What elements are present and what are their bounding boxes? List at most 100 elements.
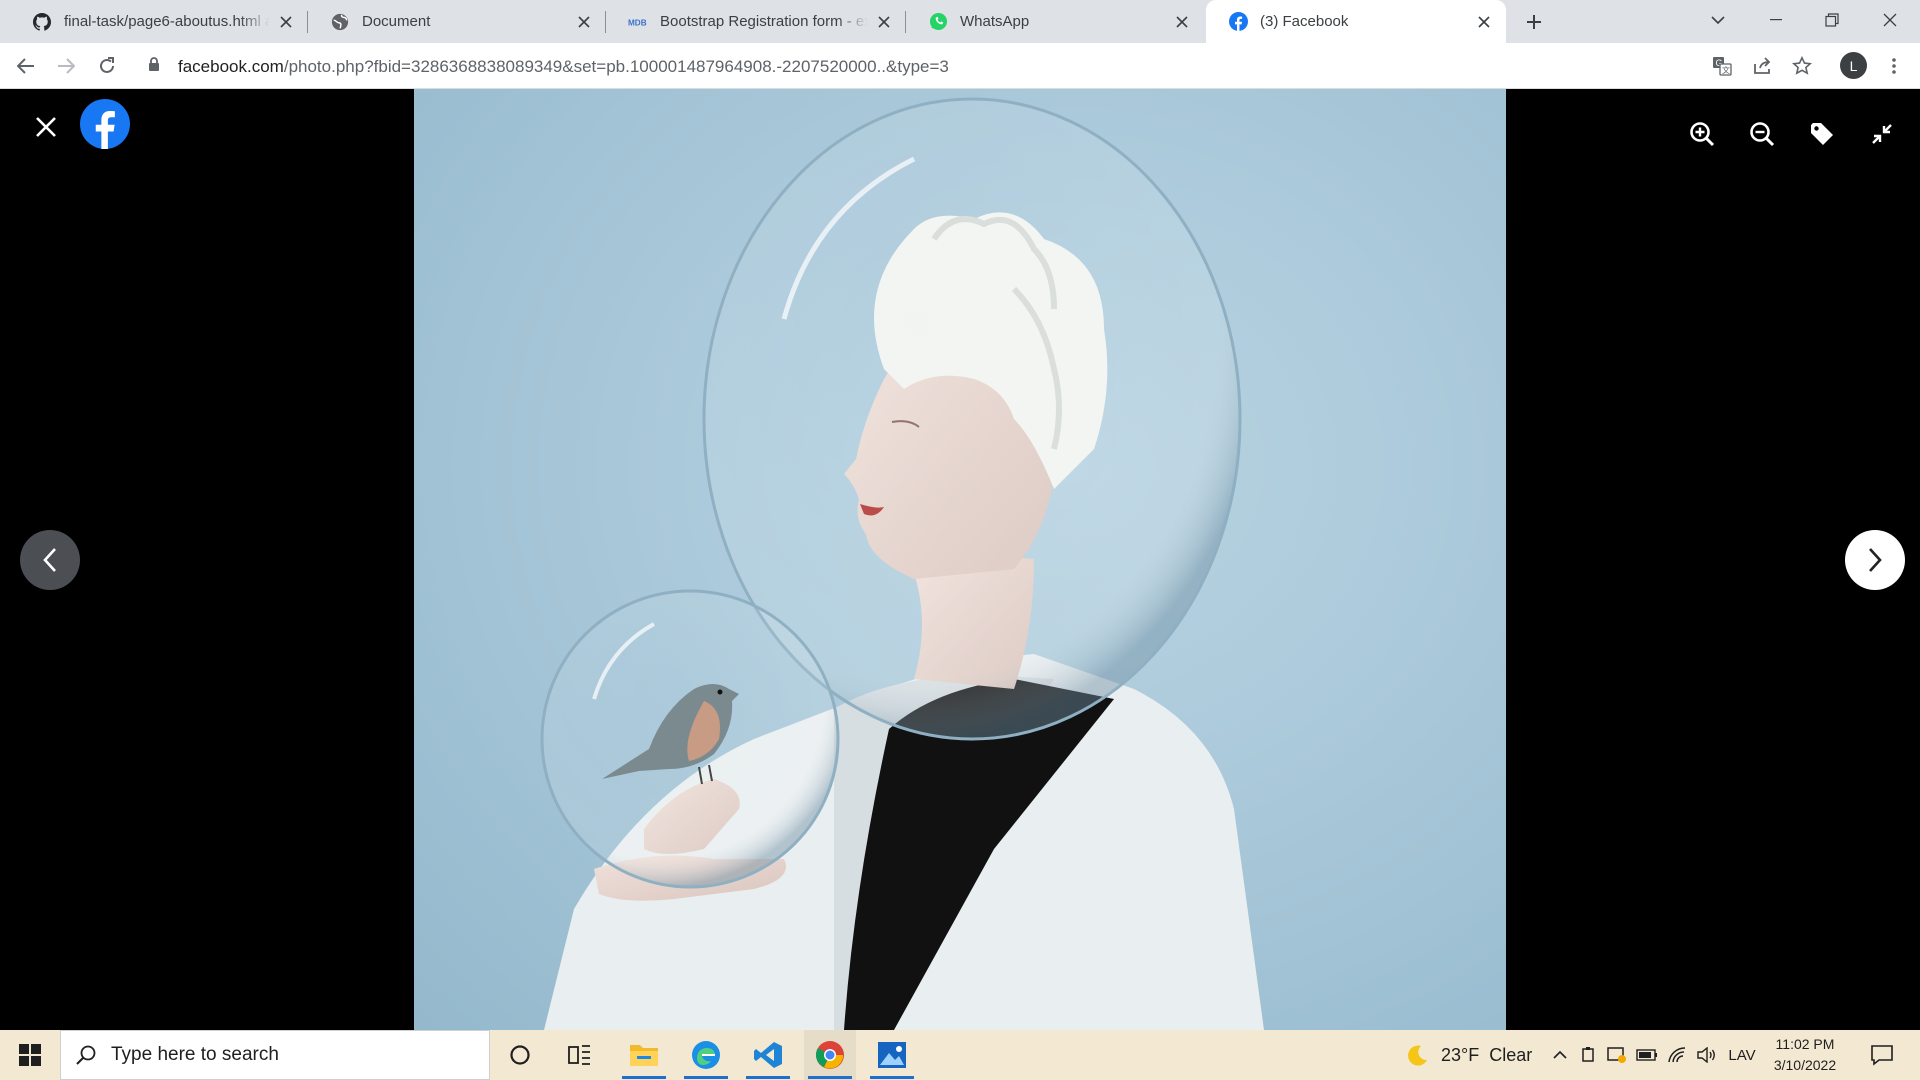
tag-photo-button[interactable] — [1804, 116, 1840, 152]
weather-temp: 23°F — [1441, 1044, 1480, 1065]
language-label: LAV — [1728, 1046, 1756, 1064]
back-button[interactable] — [10, 50, 42, 82]
lock-icon[interactable] — [148, 57, 160, 77]
taskbar-vscode[interactable] — [742, 1030, 794, 1080]
search-icon — [76, 1045, 96, 1065]
close-icon — [36, 117, 56, 137]
taskbar-edge[interactable] — [680, 1030, 732, 1080]
wifi-icon[interactable] — [1664, 1030, 1690, 1080]
tab-whatsapp[interactable]: WhatsApp — [906, 0, 1204, 43]
taskbar-clock[interactable]: 11:02 PM 3/10/2022 — [1765, 1034, 1845, 1076]
running-indicator — [622, 1076, 666, 1079]
taskbar-chrome[interactable] — [804, 1030, 856, 1080]
cortana-button[interactable] — [494, 1030, 546, 1080]
close-icon[interactable] — [276, 12, 296, 32]
zoom-out-button[interactable] — [1744, 116, 1780, 152]
tag-icon — [1811, 123, 1833, 145]
clock-date: 3/10/2022 — [1773, 1057, 1837, 1073]
task-view-icon — [568, 1045, 590, 1065]
bookmark-star-icon[interactable] — [1786, 50, 1818, 82]
github-icon — [32, 12, 52, 32]
chevron-up-icon — [1553, 1050, 1567, 1059]
tab-github[interactable]: final-task/page6-aboutus.html at — [10, 0, 308, 43]
close-icon[interactable] — [574, 12, 594, 32]
zoom-out-icon — [1750, 122, 1775, 147]
volume-icon[interactable] — [1694, 1030, 1720, 1080]
show-hidden-icons-button[interactable] — [1548, 1030, 1572, 1080]
photos-icon — [878, 1042, 906, 1068]
close-viewer-button[interactable] — [28, 109, 64, 145]
running-indicator — [684, 1076, 728, 1079]
tab-document[interactable]: Document — [308, 0, 606, 43]
previous-photo-button[interactable] — [20, 530, 80, 590]
input-language-indicator[interactable]: LAV — [1722, 1030, 1762, 1080]
exit-fullscreen-button[interactable] — [1864, 116, 1900, 152]
exit-fullscreen-icon — [1872, 124, 1892, 144]
url-path: /photo.php?fbid=3286368838089349&set=pb.… — [283, 57, 949, 76]
tab-bootstrap[interactable]: MDB Bootstrap Registration form - exa — [606, 0, 906, 43]
svg-text:文: 文 — [1722, 65, 1730, 75]
profile-avatar[interactable]: L — [1840, 52, 1867, 79]
tab-title: final-task/page6-aboutus.html at — [64, 13, 270, 30]
edge-icon — [692, 1041, 720, 1069]
vscode-icon — [754, 1042, 782, 1068]
next-photo-button[interactable] — [1845, 530, 1905, 590]
tab-title: Bootstrap Registration form - exa — [660, 13, 868, 30]
tab-title: Document — [362, 13, 431, 30]
moon-icon — [1408, 1045, 1427, 1066]
facebook-logo-icon[interactable] — [80, 99, 130, 149]
zoom-in-button[interactable] — [1684, 116, 1720, 152]
browser-tabstrip: final-task/page6-aboutus.html at Documen… — [0, 0, 1920, 43]
tray-device-icon[interactable] — [1576, 1030, 1600, 1080]
close-icon[interactable] — [1474, 12, 1494, 32]
restore-button[interactable] — [1804, 0, 1860, 40]
photo-illustration — [540, 97, 1264, 1030]
clock-time: 11:02 PM — [1775, 1036, 1835, 1052]
photo-viewer — [0, 89, 1920, 1030]
chrome-icon — [815, 1041, 844, 1069]
taskbar-file-explorer[interactable] — [618, 1030, 670, 1080]
chevron-right-icon — [1869, 548, 1882, 572]
close-icon[interactable] — [874, 12, 894, 32]
forward-button[interactable] — [50, 50, 82, 82]
folder-icon — [630, 1045, 658, 1066]
taskbar-search-box[interactable]: Type here to search — [60, 1030, 490, 1080]
globe-icon — [330, 12, 350, 32]
new-tab-button[interactable] — [1518, 6, 1550, 38]
windows-taskbar: Type here to search 23°F Clear LAV 11:02… — [0, 1030, 1920, 1080]
tab-title: (3) Facebook — [1260, 13, 1349, 30]
facebook-icon — [1228, 12, 1248, 32]
mdb-icon: MDB — [628, 12, 648, 32]
browser-toolbar: facebook.com/photo.php?fbid=328636883808… — [0, 43, 1920, 89]
minimize-button[interactable] — [1748, 0, 1804, 40]
reload-button[interactable] — [91, 50, 123, 82]
cortana-icon — [510, 1045, 530, 1065]
weather-condition: Clear — [1489, 1044, 1533, 1065]
url-host: facebook.com — [178, 57, 284, 76]
running-indicator — [746, 1076, 790, 1079]
start-button[interactable] — [0, 1030, 60, 1080]
tab-search-button[interactable] — [1690, 0, 1746, 40]
tab-title: WhatsApp — [960, 13, 1030, 30]
svg-text:MDB: MDB — [628, 18, 647, 27]
close-window-button[interactable] — [1862, 0, 1918, 40]
running-indicator — [808, 1076, 852, 1079]
tray-security-icon[interactable] — [1604, 1030, 1630, 1080]
address-bar[interactable]: facebook.com/photo.php?fbid=328636883808… — [138, 47, 1838, 84]
task-view-button[interactable] — [554, 1030, 606, 1080]
notification-center-button[interactable] — [1862, 1030, 1902, 1080]
share-icon[interactable] — [1746, 50, 1778, 82]
tab-facebook[interactable]: (3) Facebook — [1206, 0, 1506, 43]
close-icon[interactable] — [1172, 12, 1192, 32]
taskbar-photos[interactable] — [866, 1030, 918, 1080]
chrome-menu-icon[interactable] — [1878, 50, 1910, 82]
whatsapp-icon — [928, 12, 948, 32]
photo — [414, 89, 1506, 1030]
zoom-in-icon — [1690, 122, 1715, 147]
search-placeholder: Type here to search — [111, 1044, 279, 1065]
translate-icon[interactable]: G文 — [1706, 50, 1738, 82]
url-text: facebook.com/photo.php?fbid=328636883808… — [178, 57, 949, 77]
battery-icon[interactable] — [1634, 1030, 1660, 1080]
notification-icon — [1871, 1045, 1893, 1066]
weather-widget[interactable]: 23°F Clear — [1405, 1030, 1532, 1080]
